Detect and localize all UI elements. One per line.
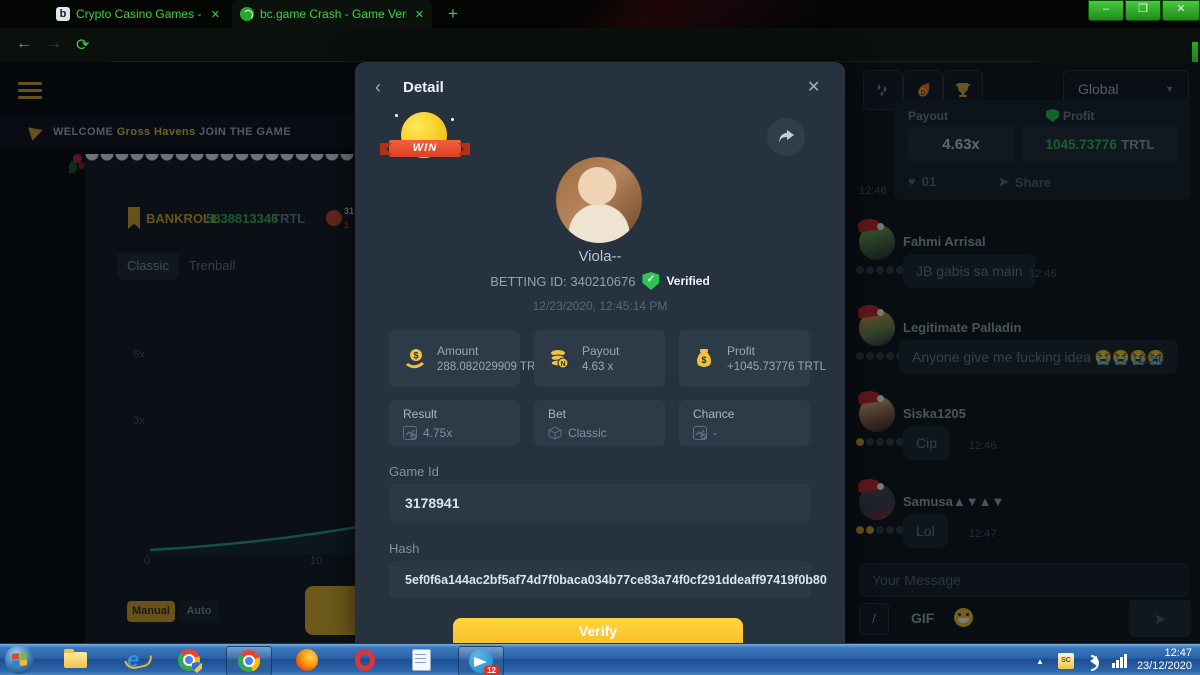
close-button[interactable]: ✕ — [1162, 0, 1200, 21]
chrome-icon — [238, 650, 260, 672]
bet-datetime: 12/23/2020, 12:45:14 PM — [355, 299, 845, 313]
stat-label: Profit — [727, 344, 826, 358]
betting-id-row: BETTING ID: 340210676 ✓ Verified — [355, 272, 845, 290]
taskbar-chrome-active[interactable] — [226, 646, 272, 675]
back-icon[interactable]: ← — [16, 35, 32, 53]
clock-date: 23/12/2020 — [1130, 660, 1192, 673]
reload-icon[interactable]: ⟳ — [76, 35, 89, 55]
ie-icon: e — [127, 649, 139, 671]
window-controls: – ❐ ✕ — [1087, 0, 1200, 21]
taskbar-clock[interactable]: 12:47 23/12/2020 — [1130, 647, 1192, 673]
firefox-icon — [296, 649, 318, 671]
graph-check-icon — [693, 426, 707, 440]
game-id-label: Game Id — [389, 464, 439, 479]
forward-icon[interactable]: → — [46, 35, 62, 53]
stat-card-chance: Chance - — [679, 400, 810, 446]
taskbar-firefox[interactable] — [290, 646, 324, 674]
stat-card-payout: N Payout 4.63 x — [534, 330, 665, 387]
stat-label: Payout — [582, 344, 619, 358]
notification-badge: 12 — [484, 666, 499, 675]
back-chevron-icon[interactable]: ‹ — [375, 78, 381, 96]
stat-label: Chance — [693, 407, 810, 421]
folder-icon — [64, 652, 87, 668]
coin-stack-icon: N — [548, 347, 572, 371]
bet-detail-modal: ‹ Detail ✕ WIN Viola-- BETTING ID: 34021… — [355, 62, 845, 643]
telegram-icon: 12 — [469, 649, 493, 673]
windows-logo-icon — [12, 652, 27, 667]
shield-badge-icon — [192, 662, 202, 673]
new-tab-button[interactable]: + — [448, 4, 458, 24]
money-bag-icon: $ — [693, 347, 717, 371]
tab-title: bc.game Crash - Game Verificatio — [260, 7, 407, 21]
win-ribbon: WIN — [389, 140, 461, 157]
stat-label: Amount — [437, 344, 548, 358]
browser-tab-strip: b Crypto Casino Games - The 16 Be ✕ bc.g… — [0, 0, 1200, 28]
hash-label: Hash — [389, 541, 419, 556]
stat-value: +1045.73776 TRTL — [727, 361, 826, 373]
username: Viola-- — [355, 248, 845, 265]
bc-logo-icon: b — [56, 7, 70, 21]
stat-value: 288.082029909 TRTL — [437, 361, 548, 373]
volume-icon[interactable] — [1090, 656, 1097, 666]
maximize-button[interactable]: ❐ — [1125, 0, 1161, 21]
win-badge: WIN — [393, 112, 459, 168]
svg-text:$: $ — [701, 355, 706, 365]
verified-label: Verified — [666, 274, 709, 288]
svg-text:$: $ — [413, 350, 418, 360]
tab-title: Crypto Casino Games - The 16 Be — [76, 7, 203, 21]
verified-shield-icon: ✓ — [642, 272, 659, 290]
stat-value: 4.63 x — [582, 361, 619, 373]
modal-title: Detail — [403, 79, 444, 96]
verify-button[interactable]: Verify — [453, 618, 743, 643]
screen: b Crypto Casino Games - The 16 Be ✕ bc.g… — [0, 0, 1200, 675]
tab-close-icon[interactable]: ✕ — [415, 8, 424, 21]
stat-value: 4.75x — [423, 426, 452, 440]
share-icon — [777, 129, 795, 145]
tray-expand-icon[interactable]: ▲ — [1036, 657, 1044, 666]
chrome-icon — [178, 649, 200, 671]
stat-card-bet: Bet Classic — [534, 400, 665, 446]
browser-theme-art — [521, 0, 888, 28]
betting-id: BETTING ID: 340210676 — [490, 274, 635, 289]
stat-value: - — [713, 426, 717, 440]
modal-close-icon[interactable]: ✕ — [807, 77, 820, 97]
stat-card-profit: $ Profit +1045.73776 TRTL — [679, 330, 810, 387]
stat-value: Classic — [568, 426, 607, 440]
stat-label: Bet — [548, 407, 665, 421]
user-avatar[interactable] — [556, 157, 642, 243]
opera-icon — [355, 649, 375, 671]
clock-time: 12:47 — [1130, 647, 1192, 660]
browser-toolbar: ← → ⟳ bc.game /crash + ☆ ⋮ — [0, 28, 1200, 62]
taskbar-opera[interactable] — [348, 646, 382, 674]
taskbar-explorer[interactable] — [58, 646, 92, 674]
game-id-value: 3178941 — [405, 495, 460, 511]
start-button[interactable] — [5, 645, 34, 674]
stat-card-result: Result 4.75x — [389, 400, 520, 446]
tray-sc-icon[interactable]: SC — [1058, 653, 1074, 669]
windows-taskbar: e 12 ▲ SC 12:47 23/12/2020 — [0, 643, 1200, 675]
taskbar-chrome[interactable] — [172, 646, 206, 674]
dice-icon — [548, 426, 562, 440]
globe-favicon-icon — [240, 7, 254, 21]
coin-hand-icon: $ — [403, 347, 427, 371]
browser-tab-2-active[interactable]: bc.game Crash - Game Verificatio ✕ — [232, 0, 432, 28]
taskbar-notepad[interactable] — [404, 646, 438, 674]
svg-text:N: N — [560, 361, 565, 368]
browser-tab-1[interactable]: b Crypto Casino Games - The 16 Be ✕ — [48, 0, 228, 28]
share-bet-button[interactable] — [767, 118, 805, 156]
taskbar-internet-explorer[interactable]: e — [116, 646, 150, 674]
stat-card-amount: $ Amount 288.082029909 TRTL — [389, 330, 520, 387]
network-signal-icon[interactable] — [1112, 654, 1127, 668]
game-id-field[interactable]: 3178941 — [389, 484, 811, 521]
notepad-icon — [412, 649, 431, 671]
stat-label: Result — [403, 407, 520, 421]
taskbar-telegram[interactable]: 12 — [458, 646, 504, 675]
graph-check-icon — [403, 426, 417, 440]
hash-field[interactable]: 5ef0f6a144ac2bf5af74d7f0baca034b77ce83a7… — [389, 561, 811, 598]
hash-value: 5ef0f6a144ac2bf5af74d7f0baca034b77ce83a7… — [405, 573, 827, 587]
tab-close-icon[interactable]: ✕ — [211, 8, 220, 21]
minimize-button[interactable]: – — [1088, 0, 1124, 21]
